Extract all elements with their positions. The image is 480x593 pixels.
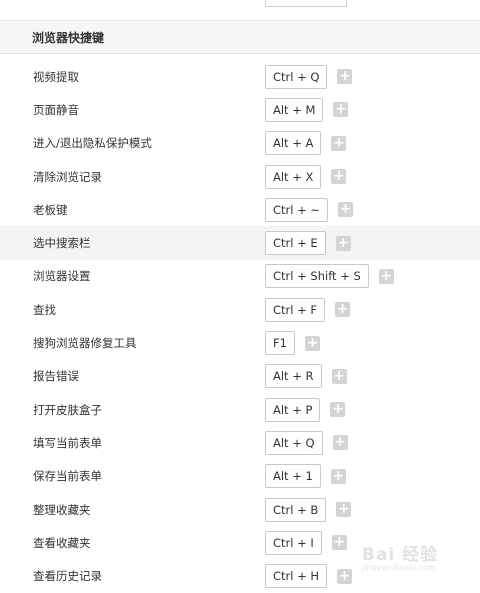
shortcut-label: 查看收藏夹 [33,535,91,550]
shortcut-key-field[interactable]: Alt + A [265,131,322,156]
shortcut-key-field[interactable]: Ctrl + F [265,297,326,322]
shortcut-key-field[interactable]: Alt + P [265,397,321,422]
section-header: 浏览器快捷键 [0,21,480,54]
add-shortcut-icon[interactable]: + [331,368,347,384]
shortcut-label: 查找 [33,302,56,317]
add-shortcut-icon[interactable]: + [335,302,351,318]
add-shortcut-icon[interactable]: + [333,102,349,118]
add-shortcut-icon[interactable]: + [335,235,351,251]
shortcut-label: 页面静音 [33,102,79,117]
shortcut-key-field[interactable]: Ctrl + B [265,497,327,522]
add-shortcut-icon[interactable]: + [330,468,346,484]
shortcut-key-field[interactable]: Alt + R [265,364,322,389]
shortcut-row: 页面静音 Alt + M + [0,93,480,126]
shortcut-row: 视频提取 Ctrl + Q + [0,60,480,93]
shortcut-key-field[interactable]: Ctrl + Shift + S [265,264,369,289]
shortcut-label: 清除浏览记录 [33,169,102,184]
section-title: 浏览器快捷键 [32,30,105,45]
shortcut-label: 填写当前表单 [33,435,102,450]
previous-key-box[interactable] [265,0,347,7]
add-shortcut-icon[interactable]: + [330,402,346,418]
shortcut-key-field[interactable]: Alt + 1 [265,464,321,489]
shortcut-label: 浏览器设置 [33,269,91,284]
add-shortcut-icon[interactable]: + [338,202,354,218]
shortcut-key-field[interactable]: Ctrl + ~ [265,197,329,222]
shortcut-key-field[interactable]: Alt + Q [265,430,323,455]
shortcut-label: 老板键 [33,202,68,217]
add-shortcut-icon[interactable]: + [331,135,347,151]
shortcut-label: 报告错误 [33,369,79,384]
shortcut-label: 整理收藏夹 [33,502,91,517]
shortcut-label: 搜狗浏览器修复工具 [33,336,137,351]
shortcut-row: 打开皮肤盒子 Alt + P + [0,393,480,426]
add-shortcut-icon[interactable]: + [332,435,348,451]
add-shortcut-icon[interactable]: + [336,502,352,517]
add-shortcut-icon[interactable]: + [337,69,353,85]
shortcut-label: 保存当前表单 [33,469,102,484]
shortcut-row: 查看历史记录 Ctrl + H + [0,559,480,592]
shortcut-row: 浏览器设置 Ctrl + Shift + S + [0,260,480,293]
shortcut-row: 保存当前表单 Alt + 1 + [0,460,480,493]
previous-section-stub [0,0,480,21]
add-shortcut-icon[interactable]: + [304,335,320,351]
add-shortcut-icon[interactable]: + [331,169,347,185]
add-shortcut-icon[interactable]: + [378,268,394,284]
shortcut-label: 进入/退出隐私保护模式 [33,136,152,151]
shortcut-row: 查找 Ctrl + F + [0,293,480,326]
shortcut-label: 查看历史记录 [33,569,102,584]
shortcut-row: 老板键 Ctrl + ~ + [0,193,480,226]
add-shortcut-icon[interactable]: + [331,535,347,551]
shortcut-row: 进入/退出隐私保护模式 Alt + A + [0,127,480,160]
shortcut-row: 整理收藏夹 Ctrl + B + [0,493,480,526]
shortcut-key-field[interactable]: Ctrl + Q [265,64,328,89]
shortcut-key-field[interactable]: Ctrl + E [265,231,326,256]
shortcut-label: 打开皮肤盒子 [33,402,102,417]
shortcut-row: 清除浏览记录 Alt + X + [0,160,480,193]
shortcut-row: 报告错误 Alt + R + [0,360,480,393]
shortcut-row: 查看收藏夹 Ctrl + I + [0,526,480,559]
shortcut-row: 填写当前表单 Alt + Q + [0,426,480,459]
shortcut-row: 搜狗浏览器修复工具 F1 + [0,326,480,359]
shortcut-key-field[interactable]: Alt + X [265,164,322,189]
shortcut-key-field[interactable]: Ctrl + H [265,564,328,589]
shortcut-key-field[interactable]: Ctrl + I [265,530,322,555]
shortcut-key-field[interactable]: Alt + M [265,97,324,122]
shortcut-row-highlighted: 选中搜索栏 Ctrl + E + [0,226,480,260]
add-shortcut-icon[interactable]: + [337,568,353,584]
shortcut-list: 视频提取 Ctrl + Q + 页面静音 Alt + M + 进入/退出隐私保护模式 Al… [0,60,480,593]
shortcut-label: 视频提取 [33,69,79,84]
shortcut-label: 选中搜索栏 [33,236,91,251]
shortcut-key-field[interactable]: F1 [265,331,295,356]
